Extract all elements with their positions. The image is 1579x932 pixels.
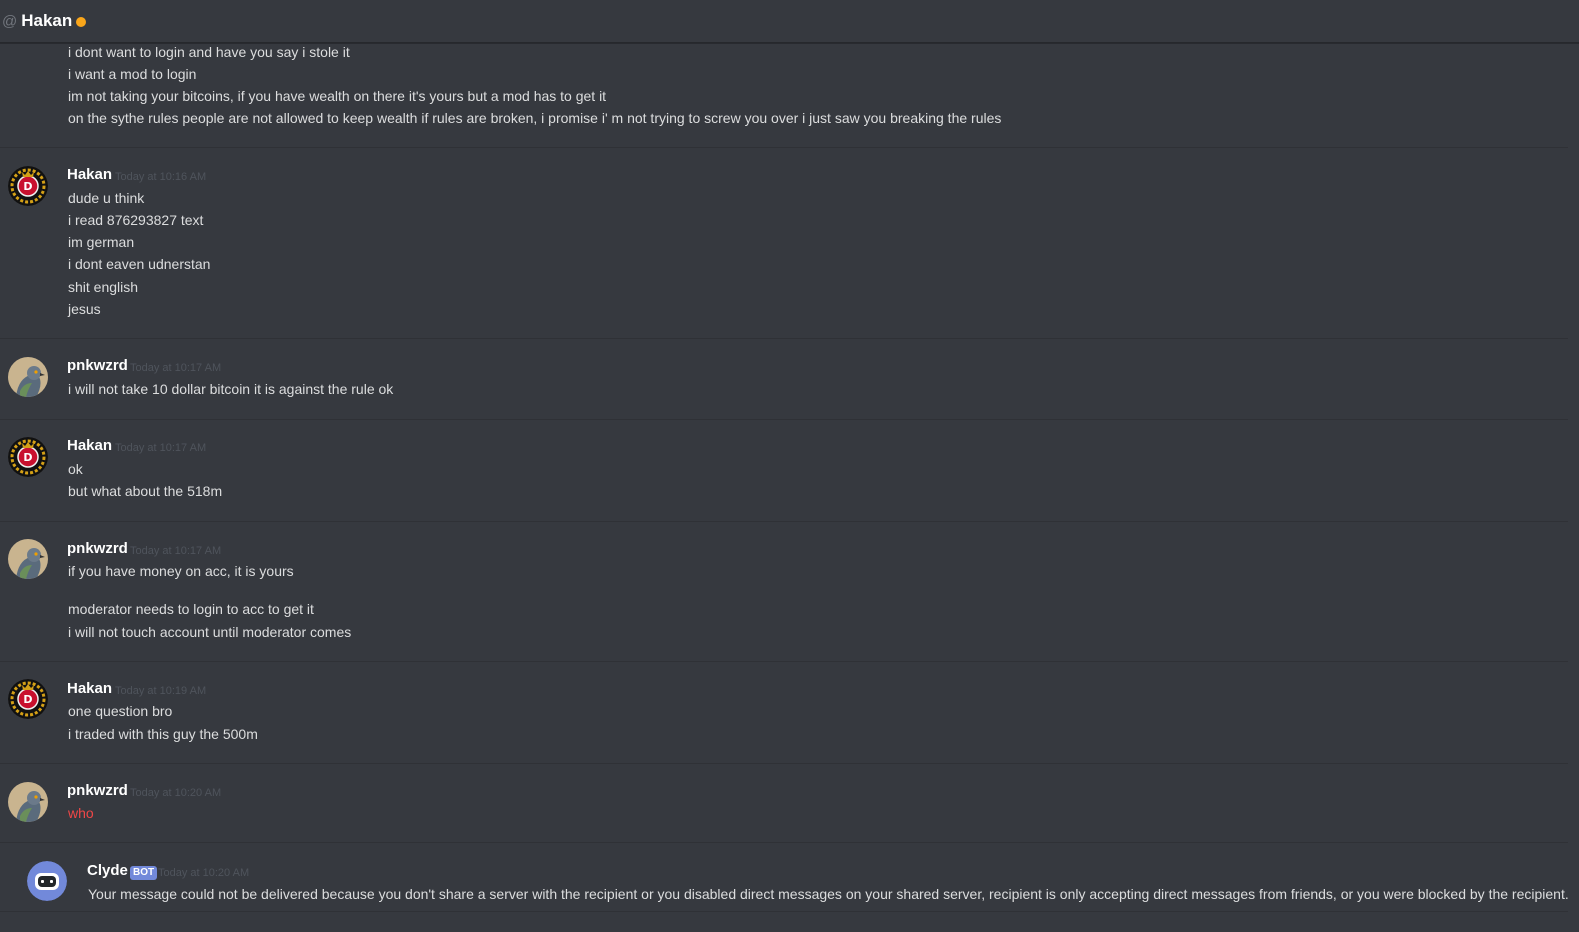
message-line: Your message could not be delivered beca… (88, 886, 1569, 902)
message-line: i will not take 10 dollar bitcoin it is … (68, 381, 394, 397)
author-name[interactable]: Clyde (87, 861, 128, 881)
pnkwzrd-avatar[interactable] (8, 357, 48, 397)
svg-text:D: D (23, 180, 32, 193)
message-line: ok (68, 461, 83, 477)
message-timestamp: Today at 10:19 AM (115, 685, 207, 697)
message-line: but what about the 518m (68, 483, 223, 499)
idle-status-icon (76, 16, 87, 27)
message-line: on the sythe rules people are not allowe… (68, 110, 1002, 126)
message-line: im german (68, 234, 135, 250)
message-line: moderator needs to login to acc to get i… (68, 601, 314, 617)
recipient-name[interactable]: Hakan (21, 11, 72, 31)
message-divider (0, 521, 1568, 522)
message-timestamp: Today at 10:17 AM (130, 545, 222, 557)
message-line: i traded with this guy the 500m (68, 726, 258, 742)
failed-message-line: who (68, 805, 94, 821)
message-timestamp: Today at 10:17 AM (115, 442, 207, 454)
message-timestamp: Today at 10:20 AM (158, 867, 250, 879)
author-name[interactable]: pnkwzrd (67, 781, 128, 801)
message-divider (0, 842, 1568, 843)
message-divider (0, 911, 1568, 912)
bot-badge: BOT (130, 866, 158, 880)
svg-text:D: D (23, 451, 32, 464)
message-timestamp: Today at 10:17 AM (130, 362, 222, 374)
message-line: i will not touch account until moderator… (68, 624, 352, 640)
author-name[interactable]: pnkwzrd (67, 539, 128, 559)
message-divider (0, 147, 1568, 148)
hakan-avatar[interactable]: D (8, 166, 48, 206)
pnkwzrd-avatar[interactable] (8, 539, 48, 579)
message-line: i read 876293827 text (68, 212, 204, 228)
clyde-avatar[interactable] (27, 861, 67, 901)
hakan-avatar[interactable]: D (8, 437, 48, 477)
pnkwzrd-avatar[interactable] (8, 782, 48, 822)
message-divider (0, 763, 1568, 764)
message-line: if you have money on acc, it is yours (68, 563, 294, 579)
message-line: i dont eaven udnerstan (68, 256, 211, 272)
message-line: i dont want to login and have you say i … (68, 44, 350, 60)
author-name[interactable]: Hakan (67, 165, 112, 185)
channel-header: @ Hakan (0, 0, 1579, 43)
author-name[interactable]: Hakan (67, 679, 112, 699)
svg-text:D: D (23, 693, 32, 706)
message-line: one question bro (68, 703, 173, 719)
message-line: im not taking your bitcoins, if you have… (68, 88, 607, 104)
at-icon: @ (2, 12, 18, 30)
message-timestamp: Today at 10:16 AM (115, 171, 207, 183)
message-timestamp: Today at 10:20 AM (130, 787, 222, 799)
message-divider (0, 338, 1568, 339)
author-name[interactable]: pnkwzrd (67, 356, 128, 376)
message-line: shit english (68, 279, 139, 295)
message-line: dude u think (68, 190, 145, 206)
hakan-avatar[interactable]: D (8, 679, 48, 719)
author-name[interactable]: Hakan (67, 436, 112, 456)
message-line: i want a mod to login (68, 66, 197, 82)
message-line: jesus (68, 301, 101, 317)
message-divider (0, 661, 1568, 662)
message-divider (0, 419, 1568, 420)
